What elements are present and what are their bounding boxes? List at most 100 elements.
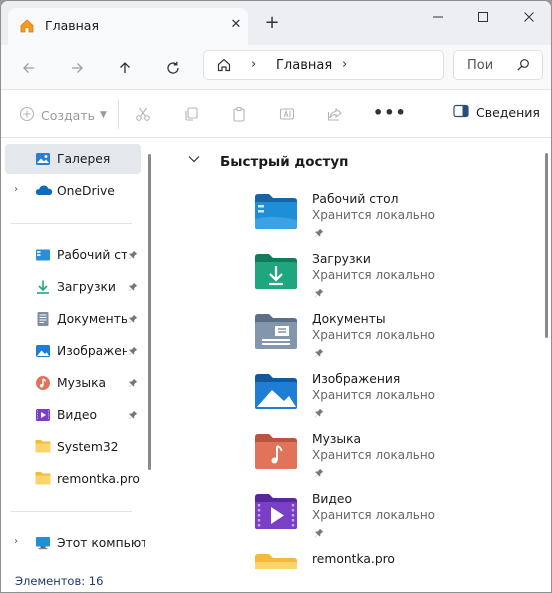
expand-chevron-icon[interactable]: › xyxy=(14,536,18,547)
tab-title: Главная xyxy=(45,18,99,33)
video-icon xyxy=(35,407,51,426)
forward-button[interactable] xyxy=(63,54,91,82)
share-icon xyxy=(327,106,343,125)
copy-button[interactable] xyxy=(183,104,199,126)
more-options-button[interactable]: ••• xyxy=(373,103,407,122)
title-bar: Главная ✕ + xyxy=(1,1,551,45)
search-icon[interactable] xyxy=(516,58,530,75)
sidebar-item-label: Видео xyxy=(57,408,98,422)
collapse-chevron-icon[interactable] xyxy=(188,153,200,167)
pictures-icon xyxy=(35,343,51,362)
sidebar-item-pictures[interactable]: Изображения xyxy=(5,336,141,366)
sidebar-scrollbar[interactable] xyxy=(148,154,151,470)
create-label: Создать xyxy=(41,107,95,123)
command-bar: Создать ▼ ••• Сведения xyxy=(1,90,551,138)
navigation-pane: Галерея › OneDrive Рабочий стол Загрузки xyxy=(1,139,156,569)
list-item[interactable]: Видео Хранится локально xyxy=(254,492,524,552)
breadcrumb-chevron-icon[interactable]: › xyxy=(342,57,347,72)
sidebar-item-this-pc[interactable]: › Этот компьютер xyxy=(5,528,145,558)
breadcrumb-home[interactable]: Главная xyxy=(276,58,332,73)
pin-icon[interactable] xyxy=(128,377,138,391)
list-item[interactable]: Загрузки Хранится локально xyxy=(254,252,524,312)
rename-button[interactable] xyxy=(279,104,295,126)
pin-icon[interactable] xyxy=(128,249,138,263)
maximize-button[interactable] xyxy=(460,5,506,29)
plus-circle-icon xyxy=(19,106,35,125)
sidebar-item-remontka[interactable]: remontka.pro xyxy=(5,464,141,494)
list-item[interactable]: Музыка Хранится локально xyxy=(254,432,524,492)
video-folder-icon xyxy=(254,492,298,533)
section-title[interactable]: Быстрый доступ xyxy=(220,154,349,170)
list-item[interactable]: Изображения Хранится локально xyxy=(254,372,524,432)
new-tab-button[interactable]: + xyxy=(262,13,282,33)
breadcrumb-chevron-icon[interactable]: › xyxy=(251,57,256,72)
pin-icon xyxy=(314,347,324,361)
sidebar-item-label: Этот компьютер xyxy=(57,536,145,550)
copy-icon xyxy=(183,106,199,125)
pin-icon[interactable] xyxy=(128,345,138,359)
sidebar-item-label: remontka.pro xyxy=(57,472,140,486)
desktop-folder-icon xyxy=(254,192,298,233)
sidebar-item-label: System32 xyxy=(57,440,119,454)
address-row: › Главная › Пои xyxy=(1,45,551,90)
downloads-folder-icon xyxy=(254,252,298,293)
gallery-icon xyxy=(35,151,51,170)
sidebar-item-gallery[interactable]: Галерея xyxy=(5,144,141,174)
minimize-button[interactable] xyxy=(415,5,461,29)
pin-icon[interactable] xyxy=(128,313,138,327)
sidebar-item-label: Галерея xyxy=(57,152,111,166)
pin-icon[interactable] xyxy=(128,409,138,423)
sidebar-item-music[interactable]: Музыка xyxy=(5,368,141,398)
details-pane-icon xyxy=(453,104,469,121)
sidebar-item-downloads[interactable]: Загрузки xyxy=(5,272,141,302)
computer-icon xyxy=(35,535,51,554)
item-name: Загрузки xyxy=(312,252,371,266)
details-button[interactable]: Сведения xyxy=(453,104,540,121)
music-icon xyxy=(35,375,51,394)
share-button[interactable] xyxy=(327,104,343,126)
item-name: Видео xyxy=(312,492,353,506)
content-scrollbar[interactable] xyxy=(545,153,548,338)
tab-home[interactable]: Главная ✕ xyxy=(8,8,248,45)
list-item[interactable]: Документы Хранится локально xyxy=(254,312,524,372)
address-bar[interactable]: › Главная › xyxy=(203,50,444,80)
sidebar-item-desktop[interactable]: Рабочий стол xyxy=(5,240,141,270)
item-status: Хранится локально xyxy=(312,208,435,222)
cloud-icon xyxy=(35,183,53,200)
search-placeholder: Пои xyxy=(467,58,494,73)
up-button[interactable] xyxy=(111,54,139,82)
sidebar-item-label: Загрузки xyxy=(57,280,116,294)
clipboard-icon xyxy=(231,106,247,125)
cut-button[interactable] xyxy=(135,104,151,126)
tab-close-icon[interactable]: ✕ xyxy=(227,16,245,34)
music-folder-icon xyxy=(254,432,298,473)
download-icon xyxy=(35,279,51,298)
home-icon xyxy=(19,18,35,37)
sidebar-divider xyxy=(11,223,132,224)
pin-icon xyxy=(314,227,324,241)
sidebar-item-system32[interactable]: System32 xyxy=(5,432,141,462)
sidebar-item-label: Изображения xyxy=(57,344,127,358)
search-box[interactable]: Пои xyxy=(453,50,543,80)
toolbar-divider xyxy=(118,99,119,129)
pin-icon[interactable] xyxy=(128,281,138,295)
item-name: Рабочий стол xyxy=(312,192,399,206)
sidebar-item-onedrive[interactable]: › OneDrive xyxy=(5,176,141,206)
scissors-icon xyxy=(135,106,151,125)
refresh-button[interactable] xyxy=(159,54,187,82)
address-home-icon[interactable] xyxy=(216,57,232,76)
content-pane: Быстрый доступ Рабочий стол Хранится лок… xyxy=(158,139,551,589)
item-status: Хранится локально xyxy=(312,388,435,402)
expand-chevron-icon[interactable]: › xyxy=(14,184,18,195)
create-button[interactable]: Создать ▼ xyxy=(19,104,107,126)
list-item[interactable]: Рабочий стол Хранится локально xyxy=(254,192,524,252)
sidebar-item-documents[interactable]: Документы xyxy=(5,304,141,334)
paste-button[interactable] xyxy=(231,104,247,126)
pin-icon xyxy=(314,287,324,301)
folder-icon xyxy=(35,471,51,488)
pin-icon xyxy=(314,527,324,541)
back-button[interactable] xyxy=(15,54,43,82)
close-button[interactable] xyxy=(506,5,551,29)
sidebar-item-video[interactable]: Видео xyxy=(5,400,141,430)
item-count: Элементов: 16 xyxy=(15,574,104,588)
